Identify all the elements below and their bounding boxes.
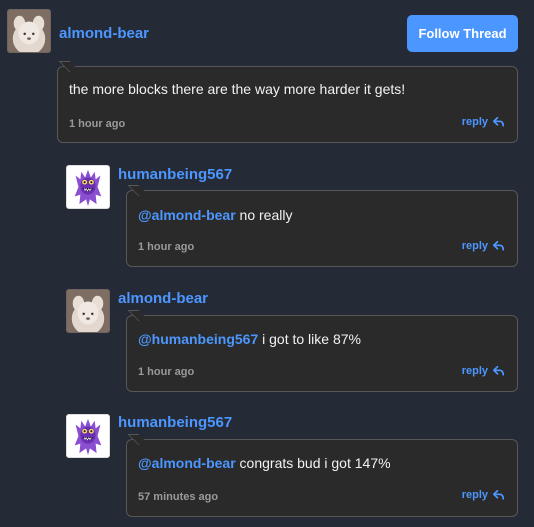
comment-author[interactable]: almond-bear [118, 290, 208, 307]
comment-text: @almond-bear congrats bud i got 147% [138, 455, 391, 471]
comment-author[interactable]: humanbeing567 [118, 414, 232, 431]
bear-avatar-icon [67, 290, 109, 332]
comment-bubble: @humanbeing567 i got to like 87% 1 hour … [126, 315, 518, 392]
comment-text: @almond-bear no really [138, 207, 293, 223]
reply-button[interactable]: reply [462, 365, 504, 377]
reply-label: reply [461, 240, 488, 252]
avatar[interactable] [66, 165, 110, 209]
comment-timestamp: 57 minutes ago [138, 491, 219, 503]
comment-bubble: @almond-bear no really 1 hour ago reply [126, 190, 518, 267]
mention-link[interactable]: @humanbeing567 [138, 331, 258, 347]
comment-author[interactable]: humanbeing567 [118, 166, 232, 183]
mention-link[interactable]: @almond-bear [138, 455, 236, 471]
reply-button[interactable]: reply [462, 240, 504, 252]
comment-text: the more blocks there are the way more h… [69, 81, 406, 97]
reply-arrow-icon [493, 490, 504, 500]
avatar[interactable] [66, 414, 110, 458]
bear-avatar-icon [8, 10, 50, 52]
purple-monster-avatar-icon [67, 415, 109, 457]
reply-button[interactable]: reply [462, 489, 504, 501]
purple-monster-avatar-icon [67, 166, 109, 208]
comment-timestamp: 1 hour ago [138, 366, 195, 378]
comment-timestamp: 1 hour ago [138, 241, 195, 253]
reply-label: reply [461, 116, 488, 128]
mention-link[interactable]: @almond-bear [138, 207, 236, 223]
avatar[interactable] [66, 289, 110, 333]
reply-label: reply [461, 489, 488, 501]
comment-thread: almond-bear Follow Thread the more block… [0, 0, 534, 527]
reply-label: reply [461, 365, 488, 377]
avatar[interactable] [7, 9, 51, 53]
comment-author[interactable]: almond-bear [59, 25, 149, 42]
reply-arrow-icon [493, 241, 504, 251]
follow-thread-button[interactable]: Follow Thread [407, 15, 518, 52]
comment-bubble: the more blocks there are the way more h… [57, 66, 518, 143]
comment-bubble: @almond-bear congrats bud i got 147% 57 … [126, 439, 518, 517]
reply-arrow-icon [493, 117, 504, 127]
reply-button[interactable]: reply [462, 116, 504, 128]
comment-text: @humanbeing567 i got to like 87% [138, 331, 361, 347]
comment-timestamp: 1 hour ago [69, 118, 126, 130]
reply-arrow-icon [493, 366, 504, 376]
